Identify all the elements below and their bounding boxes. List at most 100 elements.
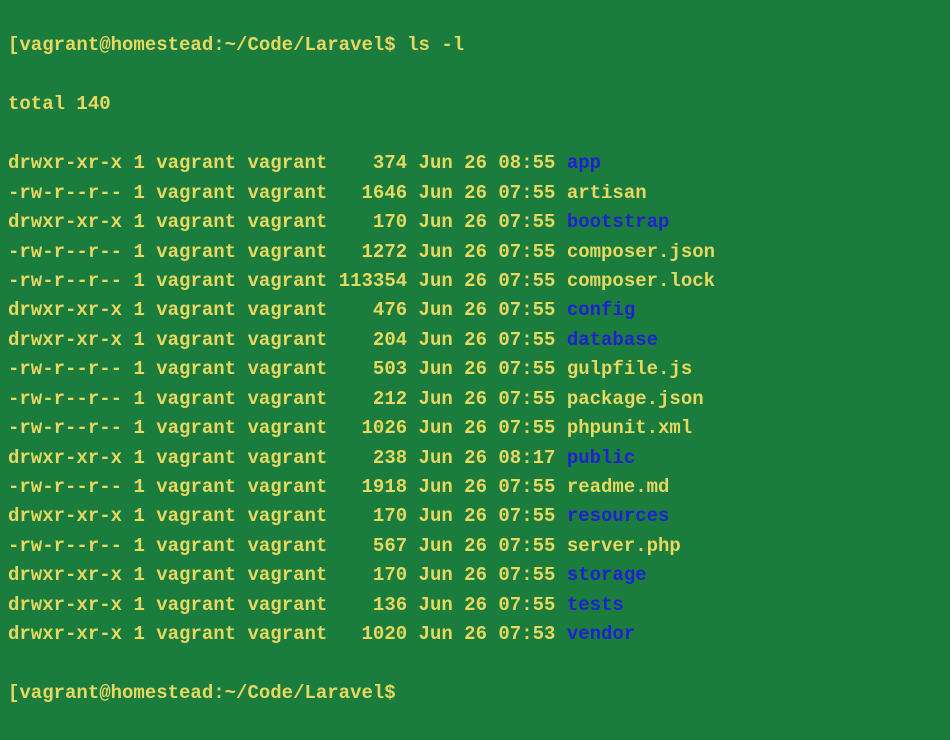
link-count: 1 <box>133 417 144 439</box>
date-time: 07:55 <box>498 182 555 204</box>
date-time: 07:55 <box>498 505 555 527</box>
file-name: artisan <box>567 182 647 204</box>
link-count: 1 <box>133 182 144 204</box>
link-count: 1 <box>133 211 144 233</box>
total-line: total 140 <box>8 90 942 119</box>
owner: vagrant <box>156 299 236 321</box>
prompt-line-2: [vagrant@homestead:~/Code/Laravel$ <box>8 679 942 708</box>
date-month: Jun <box>419 388 453 410</box>
command-text: ls -l <box>407 34 464 56</box>
date-day: 26 <box>464 476 487 498</box>
file-size: 1020 <box>339 623 407 645</box>
date-time: 07:55 <box>498 388 555 410</box>
group: vagrant <box>247 417 327 439</box>
listing-row: -rw-r--r-- 1 vagrant vagrant 212 Jun 26 … <box>8 385 942 414</box>
date-time: 07:53 <box>498 623 555 645</box>
link-count: 1 <box>133 535 144 557</box>
date-day: 26 <box>464 447 487 469</box>
date-month: Jun <box>419 564 453 586</box>
file-name: phpunit.xml <box>567 417 692 439</box>
listing-row: drwxr-xr-x 1 vagrant vagrant 170 Jun 26 … <box>8 561 942 590</box>
link-count: 1 <box>133 299 144 321</box>
directory-name: storage <box>567 564 647 586</box>
listing-row: -rw-r--r-- 1 vagrant vagrant 113354 Jun … <box>8 267 942 296</box>
link-count: 1 <box>133 476 144 498</box>
listing-row: drwxr-xr-x 1 vagrant vagrant 136 Jun 26 … <box>8 591 942 620</box>
owner: vagrant <box>156 329 236 351</box>
file-size: 1272 <box>339 241 407 263</box>
prompt-path: ~/Code/Laravel <box>225 34 385 56</box>
permissions: drwxr-xr-x <box>8 623 122 645</box>
group: vagrant <box>247 241 327 263</box>
owner: vagrant <box>156 270 236 292</box>
group: vagrant <box>247 358 327 380</box>
date-time: 07:55 <box>498 241 555 263</box>
date-day: 26 <box>464 388 487 410</box>
directory-name: database <box>567 329 658 351</box>
date-day: 26 <box>464 152 487 174</box>
listing-row: -rw-r--r-- 1 vagrant vagrant 1646 Jun 26… <box>8 179 942 208</box>
file-size: 1026 <box>339 417 407 439</box>
listing-row: drwxr-xr-x 1 vagrant vagrant 1020 Jun 26… <box>8 620 942 649</box>
owner: vagrant <box>156 447 236 469</box>
file-size: 170 <box>339 505 407 527</box>
group: vagrant <box>247 505 327 527</box>
listing-row: drwxr-xr-x 1 vagrant vagrant 476 Jun 26 … <box>8 296 942 325</box>
listing-row: -rw-r--r-- 1 vagrant vagrant 1272 Jun 26… <box>8 238 942 267</box>
file-name: composer.json <box>567 241 715 263</box>
link-count: 1 <box>133 358 144 380</box>
prompt-user-host: vagrant@homestead <box>19 34 213 56</box>
permissions: -rw-r--r-- <box>8 417 122 439</box>
file-size: 238 <box>339 447 407 469</box>
date-day: 26 <box>464 182 487 204</box>
owner: vagrant <box>156 241 236 263</box>
file-size: 476 <box>339 299 407 321</box>
file-size: 567 <box>339 535 407 557</box>
listing-row: drwxr-xr-x 1 vagrant vagrant 238 Jun 26 … <box>8 444 942 473</box>
date-time: 07:55 <box>498 329 555 351</box>
date-month: Jun <box>419 535 453 557</box>
group: vagrant <box>247 476 327 498</box>
permissions: drwxr-xr-x <box>8 211 122 233</box>
permissions: -rw-r--r-- <box>8 241 122 263</box>
prompt-separator: : <box>213 34 224 56</box>
group: vagrant <box>247 594 327 616</box>
listing-row: -rw-r--r-- 1 vagrant vagrant 567 Jun 26 … <box>8 532 942 561</box>
owner: vagrant <box>156 358 236 380</box>
date-day: 26 <box>464 299 487 321</box>
link-count: 1 <box>133 623 144 645</box>
owner: vagrant <box>156 476 236 498</box>
prompt-dollar-2: $ <box>384 682 395 704</box>
date-month: Jun <box>419 182 453 204</box>
date-month: Jun <box>419 417 453 439</box>
owner: vagrant <box>156 505 236 527</box>
date-time: 07:55 <box>498 594 555 616</box>
permissions: -rw-r--r-- <box>8 358 122 380</box>
file-name: readme.md <box>567 476 670 498</box>
date-time: 07:55 <box>498 299 555 321</box>
date-day: 26 <box>464 623 487 645</box>
prompt-dollar: $ <box>384 34 395 56</box>
owner: vagrant <box>156 564 236 586</box>
group: vagrant <box>247 211 327 233</box>
permissions: drwxr-xr-x <box>8 505 122 527</box>
prompt-line: [vagrant@homestead:~/Code/Laravel$ ls -l <box>8 31 942 60</box>
directory-name: resources <box>567 505 670 527</box>
date-day: 26 <box>464 270 487 292</box>
file-size: 1646 <box>339 182 407 204</box>
directory-name: vendor <box>567 623 635 645</box>
date-time: 07:55 <box>498 270 555 292</box>
file-size: 170 <box>339 564 407 586</box>
file-size: 170 <box>339 211 407 233</box>
owner: vagrant <box>156 594 236 616</box>
date-time: 07:55 <box>498 211 555 233</box>
terminal[interactable]: [vagrant@homestead:~/Code/Laravel$ ls -l… <box>0 0 950 740</box>
owner: vagrant <box>156 388 236 410</box>
date-month: Jun <box>419 447 453 469</box>
date-month: Jun <box>419 152 453 174</box>
directory-name: tests <box>567 594 624 616</box>
link-count: 1 <box>133 329 144 351</box>
link-count: 1 <box>133 564 144 586</box>
permissions: drwxr-xr-x <box>8 447 122 469</box>
link-count: 1 <box>133 241 144 263</box>
